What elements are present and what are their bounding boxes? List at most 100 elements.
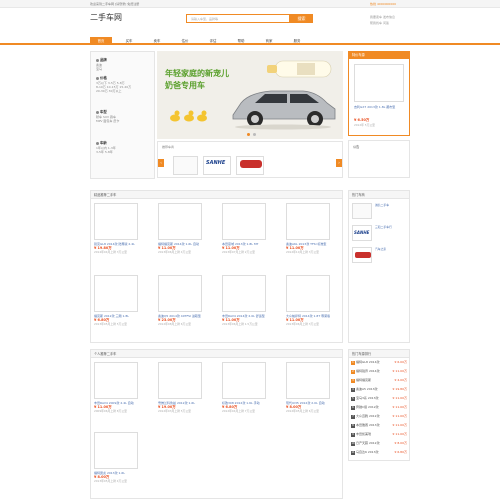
rank-title[interactable]: 日产天籁 2012款: [356, 441, 380, 445]
car-image[interactable]: [286, 203, 330, 240]
special-offer-image[interactable]: [354, 64, 404, 102]
rank-item[interactable]: 2 福特锐界 2014款 ¥ 11.00万: [351, 369, 409, 377]
filter-option[interactable]: MPV 面包车 皮卡: [96, 119, 119, 123]
rank-title[interactable]: 丰田凯美瑞: [356, 432, 371, 436]
promo-banner[interactable]: 年轻家庭的新宠儿 奶爸专用车: [157, 51, 343, 139]
dealer-name[interactable]: 三和二手车行: [375, 225, 392, 230]
rank-number: 4: [351, 388, 355, 392]
next-arrow-icon[interactable]: ›: [336, 159, 342, 167]
header-link-find[interactable]: 帮我找车 问答: [370, 21, 389, 25]
search-input[interactable]: 请输入车型，品牌等: [186, 14, 290, 23]
personal-cars-title: 个人推荐二手车: [91, 350, 342, 358]
rank-title[interactable]: 奔驰C级 2012款: [356, 405, 379, 409]
nav-help[interactable]: 帮助: [230, 37, 252, 45]
rank-number: 11: [351, 451, 355, 455]
rank-item[interactable]: 3 福特福克斯 ¥ 4.00万: [351, 378, 409, 386]
car-image[interactable]: [158, 275, 202, 312]
rank-price: ¥ 11.00万: [392, 414, 407, 418]
dealer-logo-red[interactable]: [236, 156, 264, 175]
nav-home[interactable]: 首页: [90, 37, 112, 45]
filter-option[interactable]: 3-5年 5-8年: [96, 150, 116, 154]
car-card[interactable]: 奥迪A6L 2013款 TFSI 标准型 ¥ 11.00万 2012年10月上牌 3…: [286, 203, 342, 255]
car-image[interactable]: [222, 362, 266, 399]
carousel-dot[interactable]: [253, 133, 256, 136]
rank-item[interactable]: 11马自达6 2013款 ¥ 6.80万: [351, 450, 409, 458]
car-meta: 2012年03月上牌 5万公里: [158, 408, 191, 413]
rank-title[interactable]: 福特锐界 2014款: [356, 369, 380, 373]
rank-item[interactable]: 4 奥迪A5 2013款 ¥ 19.80万: [351, 387, 409, 395]
rank-number: 2: [351, 370, 355, 374]
search-button[interactable]: 搜索: [290, 14, 313, 23]
car-image[interactable]: [94, 432, 138, 469]
car-image[interactable]: [158, 362, 202, 399]
prev-arrow-icon[interactable]: ‹: [158, 159, 164, 167]
car-image[interactable]: [222, 275, 266, 312]
header-link-sell[interactable]: 我要卖车 发布信息: [370, 15, 395, 19]
car-card[interactable]: 现代IX35 2012款 2.0L 自动 ¥ 8.00万 2012年05月上牌 6万…: [286, 362, 342, 414]
car-card[interactable]: 大众帕萨特 2014款 1.8T 尊荣版 ¥ 11.00万 2013年06月上牌 3…: [286, 275, 342, 327]
car-meta: 2013年06月上牌 3万公里: [286, 321, 319, 326]
car-image[interactable]: [94, 362, 138, 399]
car-card[interactable]: 丰田RAV4 2009款 2.4L 自动 ¥ 11.00万 2009年06月上牌 8…: [94, 362, 150, 414]
rank-title[interactable]: 福特GL8 2014款: [356, 360, 380, 364]
car-card[interactable]: 雪佛兰科鲁兹 2012款 1.6L ¥ 19.00万 2012年03月上牌 5万公里: [158, 362, 214, 414]
carousel-dot-active[interactable]: [247, 133, 250, 136]
site-logo[interactable]: 二手车网: [90, 13, 122, 24]
filter-option[interactable]: 20-30万 30万以上: [96, 89, 131, 93]
car-image[interactable]: [286, 362, 330, 399]
dealer-logo-text: SANHE: [354, 230, 370, 235]
nav-price[interactable]: 估价: [174, 37, 196, 45]
nav-sell[interactable]: 卖车: [146, 37, 168, 45]
rank-title[interactable]: 宝马3系 2013款: [356, 396, 379, 400]
nav-dealers[interactable]: 商家: [258, 37, 280, 45]
filter-option[interactable]: 宝马: [96, 67, 107, 71]
rank-title[interactable]: 马自达6 2013款: [356, 450, 379, 454]
car-card[interactable]: 福克斯 2012款 三厢 1.8L ¥ 6.80万 2013年05月上牌 5万公里: [94, 275, 150, 327]
dealer-name[interactable]: 诚信二手车: [375, 203, 389, 208]
rank-number: 3: [351, 379, 355, 383]
search-placeholder: 请输入车型，品牌等: [191, 17, 219, 21]
car-meta: 2009年06月上牌 8万公里: [94, 408, 127, 413]
car-image[interactable]: [286, 275, 330, 312]
dealer-logo-sanhe[interactable]: SANHE: [203, 156, 231, 175]
car-card[interactable]: 本田思域 2013款 1.8L MT ¥ 11.00万 2013年07月上牌 2万公…: [222, 203, 278, 255]
rank-item[interactable]: 7 大众迈腾 2012款 ¥ 11.00万: [351, 414, 409, 422]
car-image[interactable]: [222, 203, 266, 240]
top-bar: 欢迎来到二手车网 [请登录] 免费注册 热线 4000000000: [0, 0, 500, 8]
rank-item[interactable]: 5 宝马3系 2013款 ¥ 11.00万: [351, 396, 409, 404]
car-meta: 2014年04月上牌 3万公里: [94, 249, 127, 254]
dealer-thumb[interactable]: [352, 247, 372, 263]
car-meta: 2013年06月上牌 1.5万公里: [222, 321, 258, 326]
dealer-name[interactable]: 汽车之家: [375, 247, 386, 252]
special-offer-name[interactable]: 吉利GX7 2013款 1.8L 都市型: [354, 105, 408, 109]
rank-price: ¥ 11.00万: [392, 369, 407, 373]
welcome-text[interactable]: 欢迎来到二手车网 [请登录] 免费注册: [90, 2, 139, 6]
rank-item[interactable]: 1 福特GL8 2014款 ¥ 6.00万: [351, 360, 409, 368]
nav-buy[interactable]: 买车: [118, 37, 140, 45]
car-card[interactable]: 福特翼虎 2013款 1.6L ¥ 8.00万 2013年05月上牌 4万公里: [94, 432, 150, 484]
car-card[interactable]: 福特福克斯 2014款 1.6L 自动 ¥ 11.00万 2013年06月上牌 4万…: [158, 203, 214, 255]
rank-title[interactable]: 大众迈腾 2012款: [356, 414, 380, 418]
car-card[interactable]: 丰田RAV4 2014款 2.0L 舒适型 ¥ 11.00万 2013年06月上牌 …: [222, 275, 278, 327]
nav-service[interactable]: 服务: [286, 37, 308, 45]
special-offer-box: 特价车源 吉利GX7 2013款 1.8L 都市型 ¥ 6.50万 2012年 …: [348, 51, 410, 136]
nav-assess[interactable]: 评估: [202, 37, 224, 45]
special-offer-price: ¥ 6.50万: [354, 118, 370, 122]
rank-item[interactable]: 6 奔驰C级 2012款 ¥ 11.00万: [351, 405, 409, 413]
dealer-logo-placeholder[interactable]: [173, 156, 198, 175]
rank-title[interactable]: 本田雅阁 2013款: [356, 423, 380, 427]
rank-item[interactable]: 9 丰田凯美瑞 ¥ 11.00万: [351, 432, 409, 440]
rank-title[interactable]: 福特福克斯: [356, 378, 371, 382]
rank-item[interactable]: 8 本田雅阁 2013款 ¥ 11.00万: [351, 423, 409, 431]
dealer-thumb[interactable]: [352, 203, 372, 219]
rank-item[interactable]: 10日产天籁 2012款 ¥ 8.00万: [351, 441, 409, 449]
rank-price: ¥ 11.00万: [392, 432, 407, 436]
car-image[interactable]: [158, 203, 202, 240]
car-image[interactable]: [94, 275, 138, 312]
car-card[interactable]: 标致308 2012款 1.6L 手动 ¥ 6.80万 2012年04月上牌 7万公…: [222, 362, 278, 414]
rank-title[interactable]: 奥迪A5 2013款: [356, 387, 378, 391]
dealer-thumb[interactable]: SANHE: [352, 225, 372, 241]
car-card[interactable]: 奥迪Q5 2014款 40TFSI 进取型 ¥ 23.00万 2012年08月上牌 …: [158, 275, 214, 327]
car-card[interactable]: 别克GL8 2014款 陆尊版 2.4L ¥ 19.80万 2014年04月上牌 3…: [94, 203, 150, 255]
car-image[interactable]: [94, 203, 138, 240]
